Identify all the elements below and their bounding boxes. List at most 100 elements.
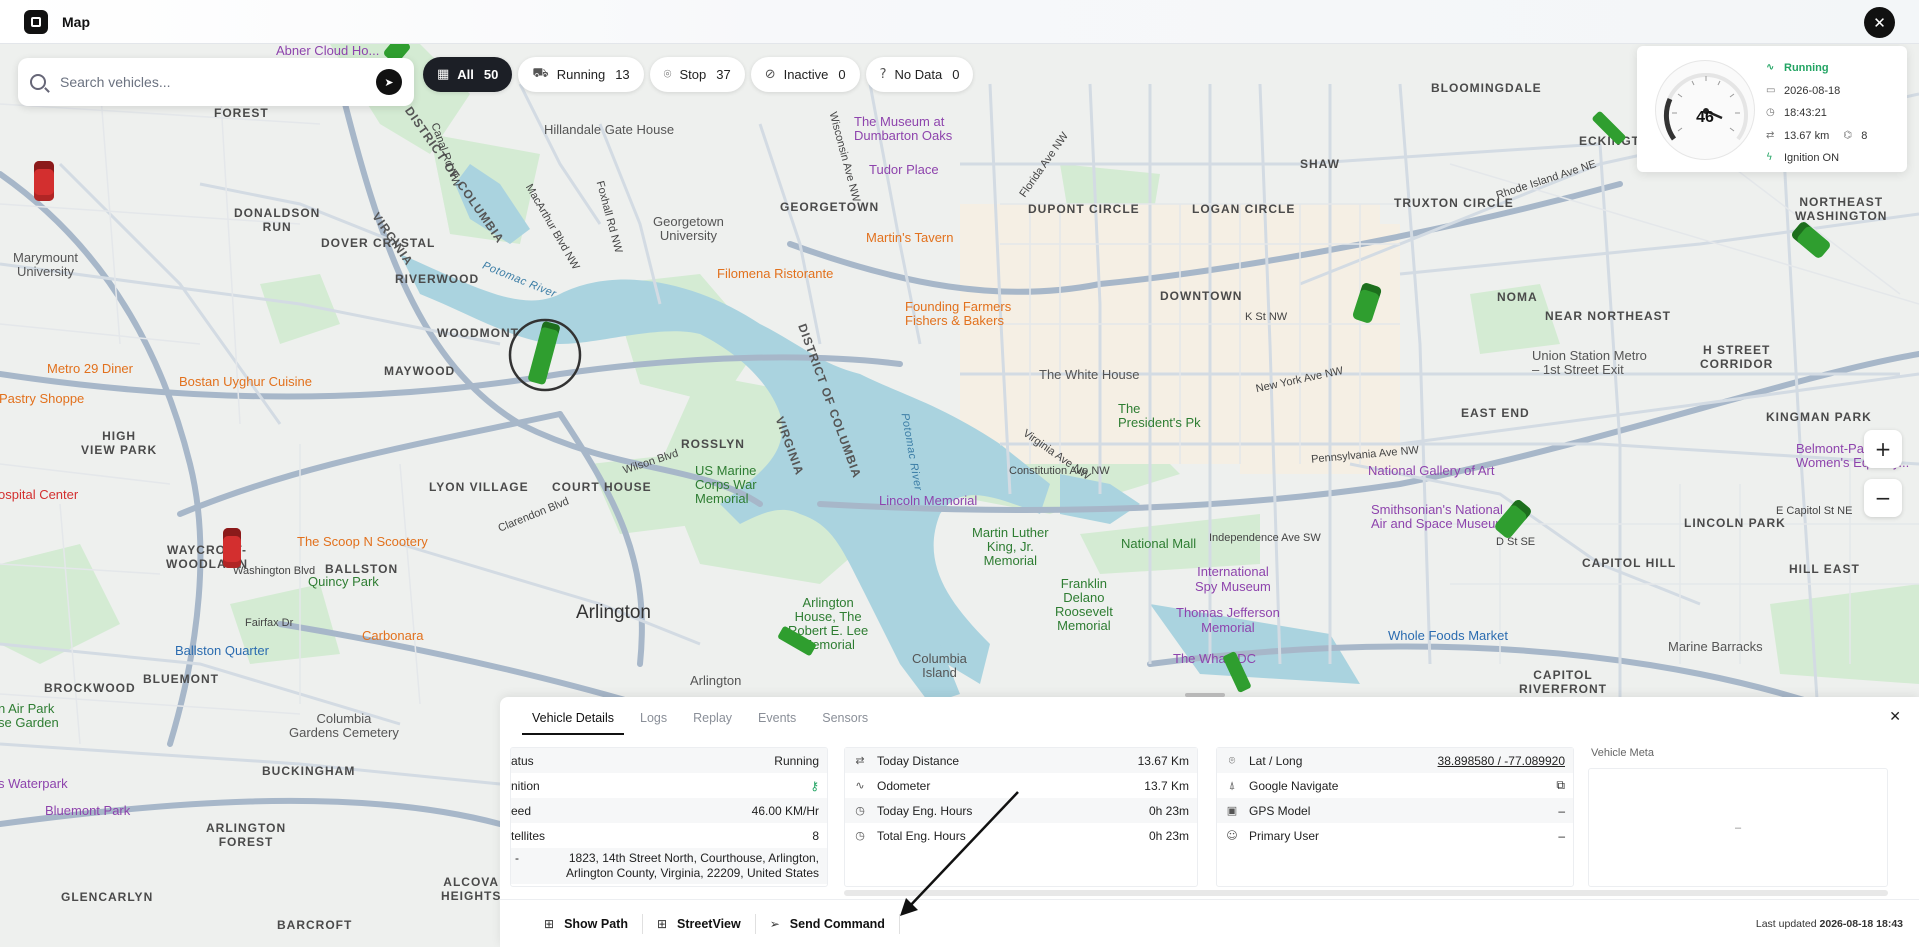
action-label: StreetView (677, 916, 741, 931)
updated-label: Last updated (1755, 918, 1817, 930)
map-label: D St SE (1496, 536, 1536, 548)
tab-vehicle-details[interactable]: Vehicle Details (522, 711, 624, 735)
filter-label: Stop (679, 67, 707, 82)
filter-nodata-button[interactable]: ? No Data 0 (865, 57, 974, 92)
question-icon: ? (879, 67, 887, 82)
send-command-button[interactable]: ➢ Send Command (756, 913, 900, 934)
close-icon[interactable]: ✕ (1889, 709, 1901, 725)
pin-icon: ⌾ (1228, 753, 1236, 767)
top-bar: Map ✕ (0, 0, 1919, 44)
filter-all-button[interactable]: ▦ All 50 (423, 57, 513, 92)
row-value: 13.7 Km (1144, 778, 1189, 793)
last-updated: Last updated 2026-08-18 18:43 (1756, 918, 1903, 930)
map-label: Ballston Quarter (175, 643, 269, 658)
map-label: DOVER CRYSTAL (321, 236, 436, 250)
map-label: Washington Blvd (233, 565, 316, 577)
panel-tabs: Vehicle Details Logs Replay Events Senso… (522, 711, 884, 735)
map-label: Metro 29 Diner (47, 361, 133, 376)
pin-icon: ⌾ (663, 67, 672, 82)
activity-icon: ∿ (855, 779, 865, 792)
zoom-in-button[interactable]: + (1864, 430, 1902, 468)
map-label: Carbonara (362, 628, 424, 643)
map-label: DONALDSON RUN (234, 206, 321, 234)
map-label: International Spy Museum (1195, 564, 1271, 594)
map-label: COURT HOUSE (552, 480, 652, 494)
tab-replay[interactable]: Replay (683, 711, 742, 735)
map-label: The Scoop N Scootery (297, 534, 428, 549)
updated-value: 2026-08-18 18:43 (1819, 918, 1903, 930)
key-icon: ⚷ (810, 778, 819, 793)
row-value: 13.67 Km (1137, 753, 1189, 768)
row-label: Primary User (1249, 828, 1320, 843)
navigate-icon[interactable]: ➤ (376, 69, 402, 95)
tab-events[interactable]: Events (748, 711, 806, 735)
map-label: SHAW (1300, 157, 1340, 171)
map-label: ALCOVA HEIGHTS (441, 875, 502, 903)
show-path-button[interactable]: ⊞ Show Path (530, 913, 643, 934)
row-value: 8 (812, 828, 819, 843)
tab-logs[interactable]: Logs (630, 711, 677, 735)
map-label: Georgetown University (653, 214, 724, 243)
drag-handle[interactable] (1185, 693, 1225, 697)
close-icon[interactable]: ✕ (1864, 7, 1895, 38)
vehicle-details-panel: Vehicle Details Logs Replay Events Senso… (500, 693, 1919, 947)
map-label: National Gallery of Art (1368, 463, 1495, 478)
map-label: Pastry Shoppe (0, 391, 85, 406)
car-icon: ⛟ (532, 66, 549, 81)
no-signal-icon: ⊘ (764, 67, 776, 82)
row-label: GPS Model (1249, 803, 1311, 818)
horizontal-scrollbar[interactable] (844, 890, 1888, 896)
search-input[interactable] (60, 74, 376, 90)
map-label: Marymount University (13, 250, 79, 279)
row-label: Today Distance (877, 753, 960, 768)
vehicle-marker-stopped[interactable] (34, 161, 54, 201)
distance-card: ⇄ Today Distance 13.67 Km ∿ Odometer 13.7 Km… (844, 747, 1198, 887)
speed-card: 46 ∿ Running ▭ 2026-08-18 ◷ 18:43:21 ⇄ 13.67… (1637, 46, 1907, 172)
calendar-icon: ▭ (1766, 84, 1776, 96)
satellites-text: 8 (1861, 129, 1868, 142)
clock-icon: ◷ (855, 829, 865, 842)
user-icon: ☺ (1226, 829, 1238, 842)
row-label: eed (511, 803, 532, 818)
external-link-icon[interactable]: ⧉ (1556, 778, 1565, 793)
row-value: 46.00 KM/Hr (751, 803, 819, 818)
chip-icon: ▣ (1226, 804, 1238, 817)
filter-stop-button[interactable]: ⌾ Stop 37 (649, 57, 745, 92)
vehicle-marker-stopped[interactable] (223, 528, 241, 568)
map-label: RIVERWOOD (395, 272, 480, 286)
row-value: – (1558, 828, 1565, 843)
row-label: nition (511, 778, 540, 793)
map-label: Abner Cloud Ho... (276, 44, 380, 58)
panel-actions: ⊞ Show Path ⊞ StreetView ➢ Send Command Las… (500, 899, 1919, 947)
clock-icon: ◷ (855, 804, 865, 817)
vehicle-meta-title: Vehicle Meta (1591, 747, 1654, 759)
latlong-link[interactable]: 38.898580 / -77.089920 (1438, 754, 1565, 768)
map-label: US Marine Corps War Memorial (695, 463, 757, 506)
vehicle-search: ➤ (18, 58, 414, 106)
activity-icon: ∿ (1766, 62, 1775, 73)
location-card: ⌾ Lat / Long 38.898580 / -77.089920 ⍋ Googl… (1216, 747, 1574, 887)
map-label: FOREST (214, 106, 269, 120)
map-label: NORTHEAST WASHINGTON (1795, 195, 1888, 223)
row-label: Google Navigate (1249, 778, 1339, 793)
address-row: - 1823, 14th Street North, Courthouse, A… (511, 848, 827, 884)
search-icon (30, 74, 46, 90)
map-label: Columbia Island (912, 651, 967, 680)
route-icon: ⇄ (1766, 129, 1775, 141)
map-label: BLUEMONT (143, 672, 219, 686)
route-icon: ⇄ (855, 754, 865, 767)
map-label: LOGAN CIRCLE (1192, 202, 1296, 216)
map-label: Tudor Place (869, 162, 939, 177)
tab-sensors[interactable]: Sensors (812, 711, 878, 735)
map-label: The White House (1039, 367, 1140, 382)
map-label: BROCKWOOD (44, 681, 136, 695)
zoom-out-button[interactable]: − (1864, 479, 1902, 517)
navigate-icon: ⍋ (1228, 778, 1236, 792)
map-label: EAST END (1461, 406, 1530, 420)
streetview-button[interactable]: ⊞ StreetView (643, 913, 756, 934)
filter-running-button[interactable]: ⛟ Running 13 (518, 57, 644, 92)
filter-inactive-button[interactable]: ⊘ Inactive 0 (750, 57, 860, 92)
row-value: 0h 23m (1148, 828, 1189, 843)
map-label: National Mall (1121, 536, 1197, 551)
filter-label: Inactive (783, 67, 829, 82)
